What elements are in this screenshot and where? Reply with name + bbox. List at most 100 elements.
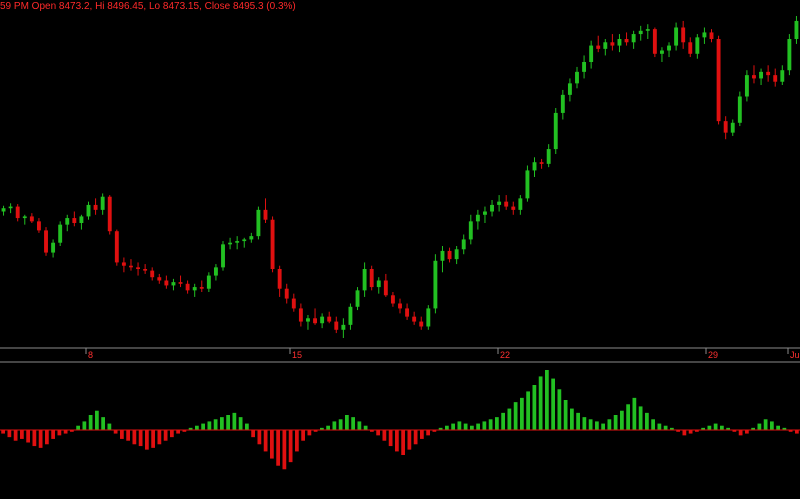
candle-body — [426, 308, 431, 327]
candle-body — [383, 280, 388, 296]
candle — [178, 275, 183, 288]
histogram-bar — [638, 406, 643, 430]
histogram-bar — [113, 430, 118, 434]
histogram-bar — [563, 400, 568, 430]
candle-body — [150, 270, 155, 278]
candle-body — [355, 290, 360, 307]
candle-body — [709, 32, 714, 39]
candle-body — [313, 318, 317, 324]
histogram-bar — [738, 430, 743, 436]
candle — [773, 68, 778, 87]
histogram-bar — [757, 423, 762, 430]
candle-body — [100, 196, 105, 210]
candle-body — [107, 196, 112, 232]
chart-area: 8 15 22 29 Ju 59 PM Open 8473.2, Hi 8496.45,… — [0, 0, 800, 494]
histogram-bar — [551, 378, 555, 430]
candle — [483, 206, 487, 223]
candle — [199, 280, 204, 292]
histogram-bar — [351, 417, 355, 430]
histogram-bar — [32, 430, 37, 447]
candle — [702, 27, 707, 44]
histogram-bar — [382, 430, 387, 441]
candle — [412, 311, 417, 325]
candle — [674, 22, 679, 51]
candle — [730, 119, 735, 136]
histogram-bar — [707, 425, 712, 430]
candle — [58, 221, 63, 246]
candle-body — [610, 42, 615, 46]
candle-body — [483, 211, 487, 215]
candle — [306, 315, 310, 330]
candle — [341, 318, 346, 338]
candle — [567, 78, 572, 102]
candle-body — [22, 216, 27, 219]
candle — [157, 273, 162, 284]
candle — [532, 157, 537, 177]
histogram-bar — [532, 385, 537, 430]
histogram-bar — [557, 389, 562, 430]
candle-body — [277, 269, 282, 289]
histogram-bar — [588, 419, 593, 430]
time-axis-label: 8 — [88, 350, 93, 360]
candle — [603, 39, 608, 56]
candle-body — [603, 42, 608, 49]
candle — [171, 278, 176, 291]
candle — [15, 204, 20, 222]
candle — [284, 283, 289, 304]
histogram-bar — [482, 421, 487, 430]
candle-body — [560, 94, 565, 113]
candle — [256, 206, 261, 240]
candle-body — [787, 39, 792, 71]
histogram-bar — [207, 421, 212, 430]
candle — [582, 55, 587, 79]
candle-body — [723, 121, 728, 133]
histogram-bar — [457, 421, 462, 430]
time-axis-label: 22 — [500, 350, 510, 360]
candle — [242, 237, 247, 248]
histogram-bar — [170, 430, 174, 438]
candle — [546, 144, 551, 168]
histogram-bar — [507, 408, 512, 430]
candle — [504, 195, 509, 210]
candle-body — [419, 321, 424, 327]
histogram-bar — [145, 430, 149, 450]
candle — [270, 216, 275, 273]
candle-body — [461, 239, 466, 250]
candle-body — [199, 287, 204, 289]
histogram-bar — [282, 430, 287, 470]
candle-body — [249, 236, 254, 240]
histogram-bar — [13, 430, 18, 441]
candle — [1, 205, 6, 216]
histogram-bar — [338, 419, 343, 430]
candle — [249, 232, 254, 243]
histogram-bar — [682, 430, 687, 436]
candle-body — [688, 42, 693, 54]
time-axis: 8 15 22 29 Ju — [0, 347, 800, 363]
histogram-bar — [301, 430, 305, 441]
histogram-bar — [357, 421, 362, 430]
histogram-bar — [151, 430, 155, 448]
candle-body — [759, 71, 764, 79]
candle-body — [86, 204, 91, 217]
candle — [228, 237, 233, 250]
candle-body — [369, 269, 374, 288]
histogram-bar — [276, 430, 280, 466]
candle-body — [164, 280, 169, 286]
candle-body — [794, 20, 799, 39]
histogram-bar — [326, 425, 330, 430]
chart-canvas: 8 15 22 29 Ju — [0, 16, 800, 470]
histogram-bar — [601, 423, 605, 430]
histogram-bar — [363, 425, 368, 430]
candle — [405, 303, 410, 320]
candle-body — [136, 267, 140, 269]
histogram-bar — [595, 421, 599, 430]
histogram-bar — [251, 430, 255, 438]
histogram-bar — [763, 419, 768, 430]
histogram-bar — [26, 430, 30, 443]
candle — [553, 108, 558, 154]
histogram-bar — [307, 430, 312, 436]
candle-body — [334, 321, 339, 330]
candle — [185, 280, 190, 294]
candle-body — [744, 75, 749, 97]
histogram-bar — [270, 430, 274, 459]
